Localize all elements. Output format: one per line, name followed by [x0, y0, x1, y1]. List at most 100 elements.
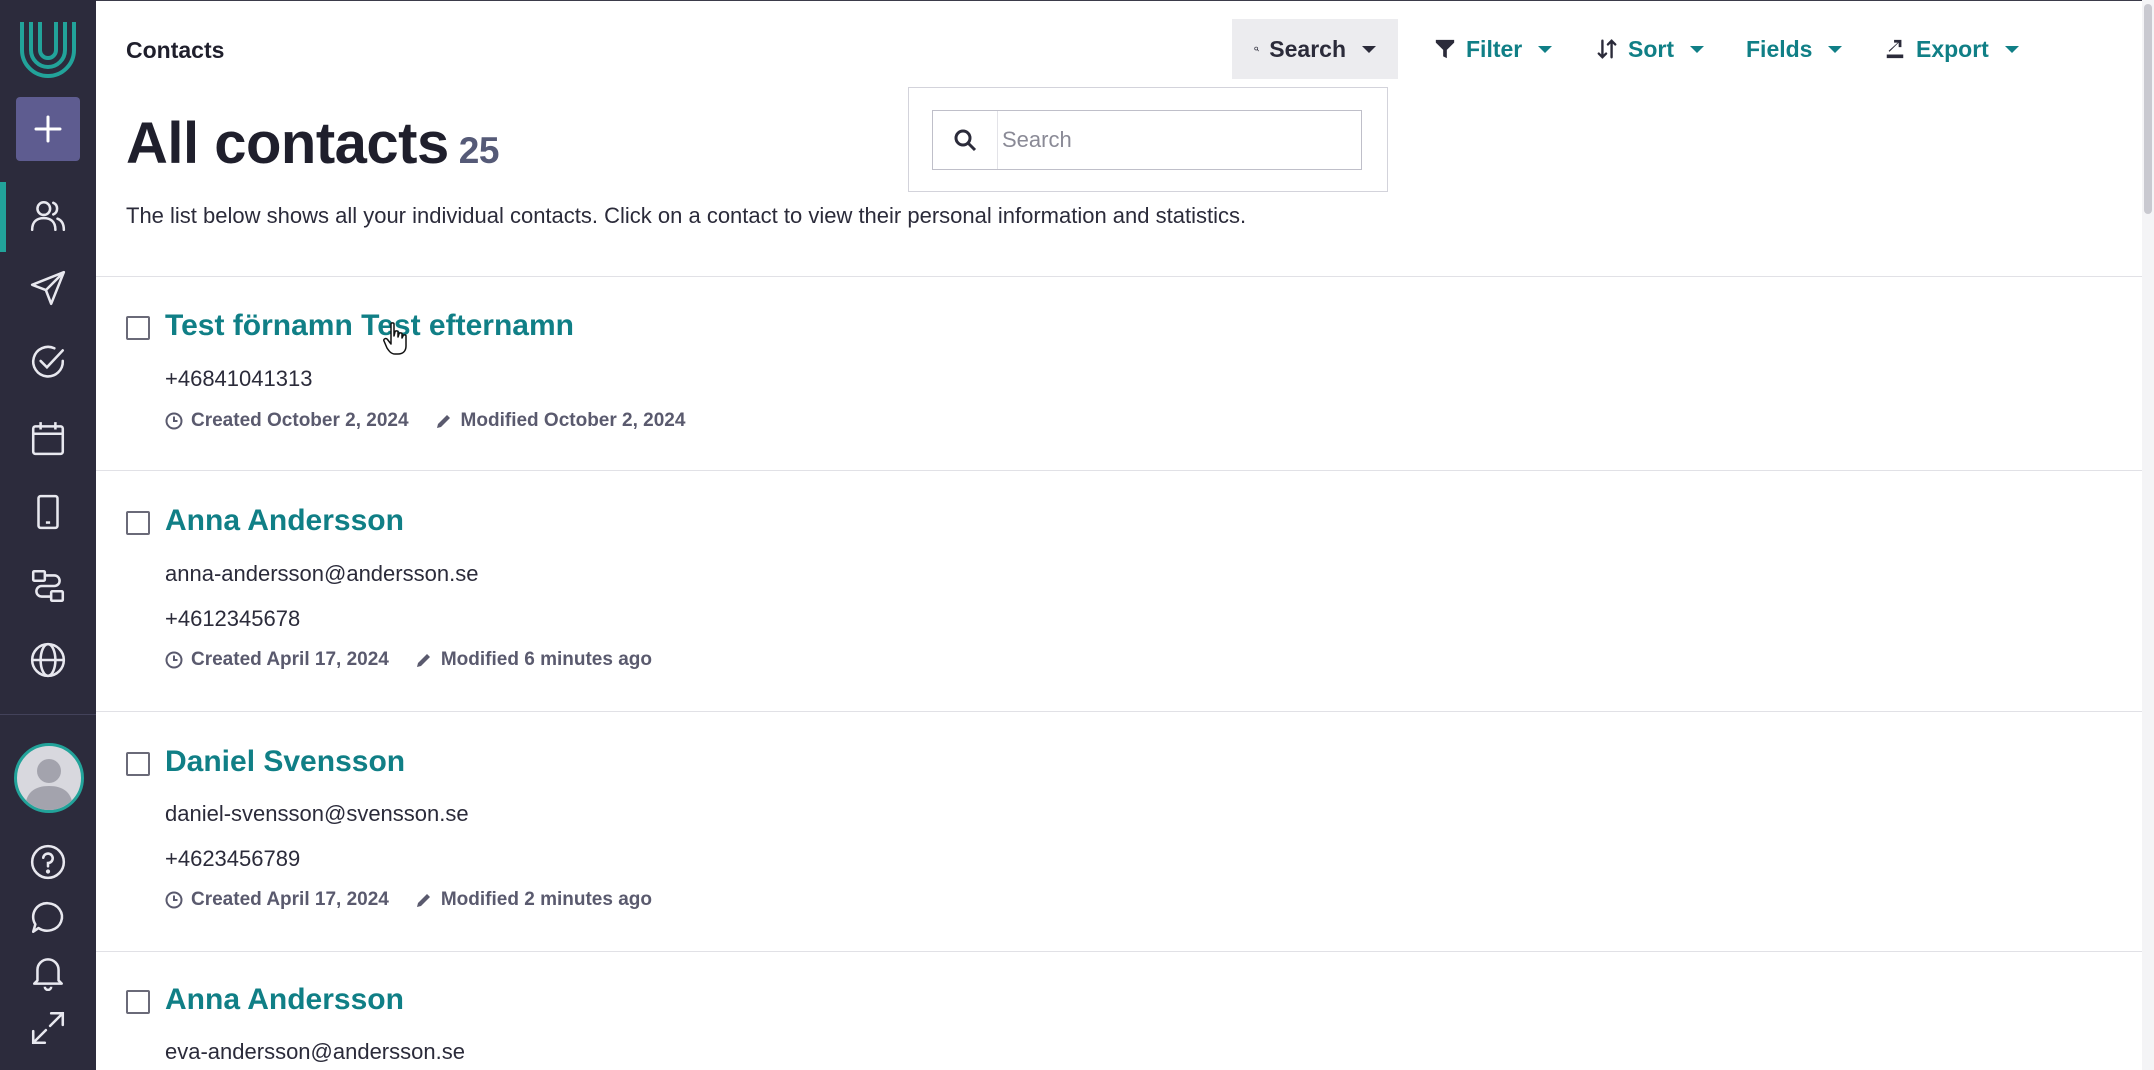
send-icon: [30, 270, 66, 306]
modified-info: Modified October 2, 2024: [435, 410, 686, 432]
search-dropdown: [908, 87, 1388, 192]
modified-info: Modified 6 minutes ago: [415, 649, 652, 671]
contact-meta: Created April 17, 2024 Modified 2 minute…: [165, 889, 670, 911]
filter-icon: [1435, 39, 1455, 59]
chat-icon: [31, 901, 64, 933]
created-info: Created April 17, 2024: [165, 889, 389, 911]
created-date: Created April 17, 2024: [191, 889, 389, 910]
calendar-icon: [31, 422, 65, 456]
created-info: Created October 2, 2024: [165, 410, 409, 432]
contact-name[interactable]: Daniel Svensson: [165, 745, 405, 779]
search-input[interactable]: [1000, 126, 1344, 154]
export-button-label: Export: [1916, 35, 1989, 62]
chevron-down-icon: [1538, 45, 1553, 53]
created-date: Created October 2, 2024: [191, 410, 409, 431]
select-checkbox[interactable]: [126, 990, 150, 1014]
list-item[interactable]: Test förnamn Test efternamn +46841041313…: [96, 276, 2142, 470]
search-field-icon-wrap: [933, 111, 998, 169]
contact-email: anna-andersson@andersson.se: [165, 561, 479, 586]
contact-name[interactable]: Test förnamn Test efternamn: [165, 309, 574, 343]
contact-meta: Created October 2, 2024 Modified October…: [165, 410, 703, 432]
list-item[interactable]: Daniel Svensson daniel-svensson@svensson…: [96, 712, 2142, 950]
pencil-icon: [416, 654, 430, 667]
fields-button[interactable]: Fields: [1724, 19, 1864, 79]
contacts-icon: [30, 201, 66, 231]
hand-cursor-icon: [383, 322, 407, 355]
search-icon: [954, 129, 977, 152]
search-button-label: Search: [1269, 35, 1346, 62]
page-description: The list below shows all your individual…: [126, 203, 1247, 228]
add-new-button[interactable]: [16, 97, 80, 161]
breadcrumb: Contacts: [126, 37, 225, 63]
avatar[interactable]: [14, 743, 84, 813]
search-button[interactable]: Search: [1232, 19, 1398, 79]
sort-button[interactable]: Sort: [1574, 19, 1726, 79]
sidebar-item-notifications[interactable]: [0, 940, 96, 1004]
scrollbar-thumb[interactable]: [2144, 4, 2152, 214]
contact-phone: +4612345678: [165, 606, 301, 631]
user-avatar-icon: [25, 759, 73, 810]
filter-button-label: Filter: [1466, 35, 1523, 62]
contact-meta: Created April 17, 2024 Modified 6 minute…: [165, 649, 670, 671]
chevron-down-icon: [1362, 45, 1376, 53]
created-date: Created April 17, 2024: [191, 649, 389, 670]
sidebar-item-contacts[interactable]: [0, 184, 96, 248]
expand-icon: [31, 1011, 65, 1045]
pencil-icon: [416, 894, 430, 907]
check-circle-icon: [32, 345, 65, 378]
sidebar-divider: [0, 714, 96, 715]
sort-button-label: Sort: [1628, 35, 1674, 62]
list-item[interactable]: Anna Andersson eva-andersson@andersson.s…: [96, 952, 2142, 1070]
help-icon: [30, 844, 66, 880]
sidebar-item-workflows[interactable]: [0, 554, 96, 618]
sidebar-item-send[interactable]: [0, 256, 96, 320]
modified-date: Modified October 2, 2024: [460, 410, 686, 431]
created-info: Created April 17, 2024: [165, 649, 389, 671]
globe-icon: [30, 642, 66, 678]
pencil-icon: [436, 415, 450, 428]
search-field: [932, 110, 1362, 170]
chevron-down-icon: [1828, 45, 1843, 53]
select-checkbox[interactable]: [126, 511, 150, 535]
contact-phone: +46841041313: [165, 366, 313, 391]
contact-name[interactable]: Anna Andersson: [165, 983, 404, 1017]
list-item[interactable]: Anna Andersson anna-andersson@andersson.…: [96, 471, 2142, 711]
contact-email: eva-andersson@andersson.se: [165, 1039, 465, 1064]
sort-icon: [1597, 39, 1617, 59]
chevron-down-icon: [1690, 45, 1704, 53]
sidebar-item-web[interactable]: [0, 628, 96, 692]
clock-icon: [165, 891, 183, 909]
page-title: All contacts 25: [126, 110, 499, 177]
contact-count: 25: [458, 130, 500, 171]
fields-button-label: Fields: [1746, 35, 1813, 62]
modified-date: Modified 2 minutes ago: [440, 889, 652, 910]
export-button[interactable]: Export: [1862, 19, 2041, 79]
select-checkbox[interactable]: [126, 752, 150, 776]
contact-phone: +4623456789: [165, 846, 301, 871]
contact-name[interactable]: Anna Andersson: [165, 504, 404, 538]
export-icon: [1886, 39, 1904, 59]
contact-email: daniel-svensson@svensson.se: [165, 801, 469, 826]
plus-icon: [34, 115, 62, 143]
sidebar-item-mobile[interactable]: [0, 480, 96, 544]
modified-date: Modified 6 minutes ago: [440, 649, 652, 670]
sidebar: [0, 0, 96, 1070]
select-checkbox[interactable]: [126, 316, 150, 340]
sidebar-item-help[interactable]: [0, 830, 96, 894]
modified-info: Modified 2 minutes ago: [415, 889, 652, 911]
app-logo[interactable]: [14, 14, 82, 82]
clock-icon: [165, 412, 183, 430]
mobile-icon: [37, 494, 59, 530]
search-icon: [1254, 46, 1260, 52]
sidebar-item-tasks[interactable]: [0, 330, 96, 394]
sidebar-item-calendar[interactable]: [0, 406, 96, 470]
page-title-text: All contacts: [126, 111, 449, 176]
filter-button[interactable]: Filter: [1412, 19, 1574, 79]
logo-icon: [20, 22, 76, 78]
workflow-icon: [31, 569, 65, 603]
chevron-down-icon: [2004, 45, 2019, 53]
bell-icon: [33, 958, 63, 991]
clock-icon: [165, 651, 183, 669]
sidebar-item-expand[interactable]: [0, 996, 96, 1060]
scrollbar[interactable]: [2142, 0, 2154, 1070]
